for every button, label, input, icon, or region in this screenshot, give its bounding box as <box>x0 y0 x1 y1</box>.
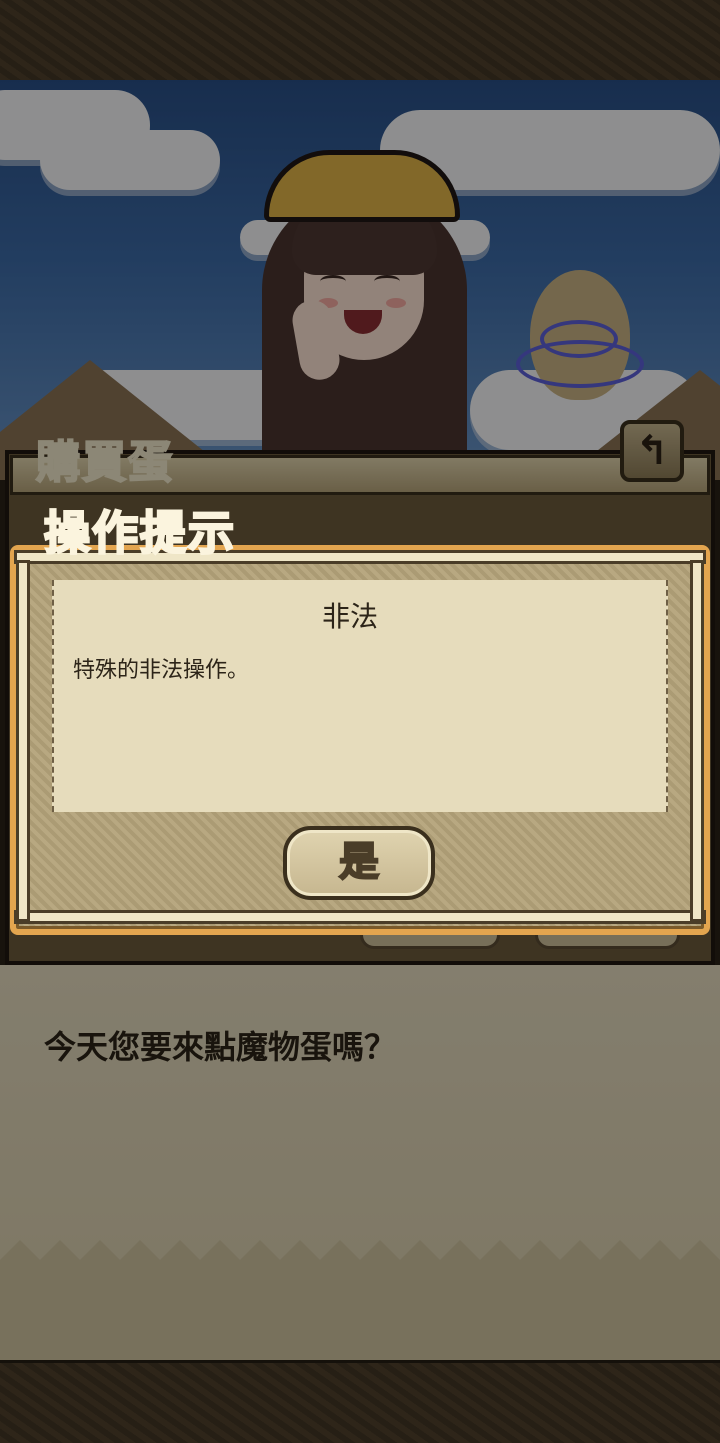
dialog-title: 操作提示 <box>43 505 236 562</box>
top-frame <box>0 0 720 83</box>
confirm-yes-button[interactable]: 是 <box>283 826 435 900</box>
message-title: 非法 <box>321 600 378 633</box>
bottom-frame <box>0 1360 720 1443</box>
dialog-bottom-rail <box>14 910 706 924</box>
message-body: 特殊的非法操作。 <box>73 658 250 683</box>
